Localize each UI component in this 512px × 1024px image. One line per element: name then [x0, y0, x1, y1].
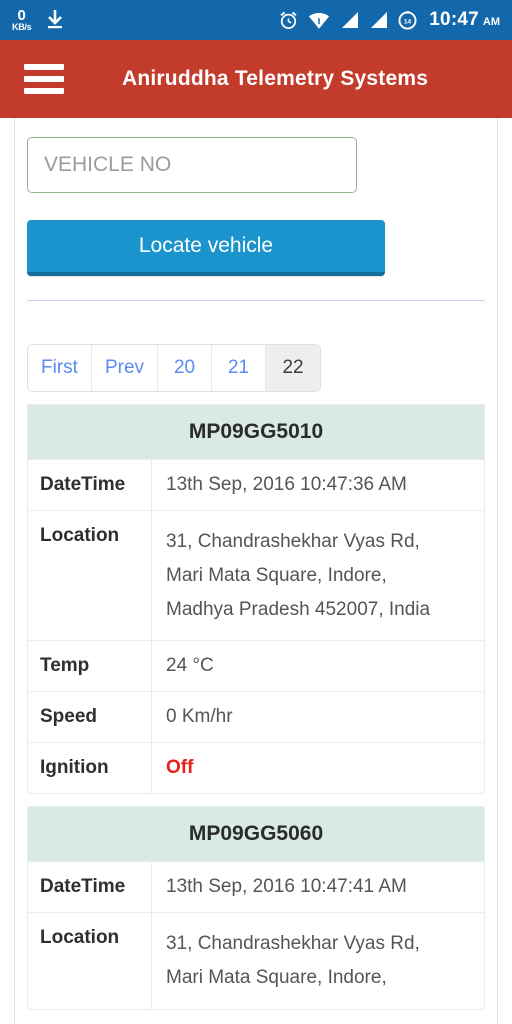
clock-meridiem: AM [482, 16, 500, 28]
app-bar: Aniruddha Telemetry Systems [0, 40, 512, 118]
row-label: DateTime [27, 861, 152, 914]
page-title: Aniruddha Telemetry Systems [122, 67, 429, 90]
address-line: Mari Mata Square, Indore, [166, 564, 387, 586]
status-bar-right: 14 10:47 AM [278, 9, 500, 31]
row-label: Ignition [27, 742, 152, 795]
page-frame: Locate vehicle First Prev 20 21 22 MP09G… [14, 118, 498, 1024]
row-value: 31, Chandrashekhar Vyas Rd, Mari Mata Sq… [151, 509, 485, 642]
row-value: 13th Sep, 2016 10:47:36 AM [151, 459, 485, 511]
status-bar-clock: 10:47 AM [429, 9, 500, 31]
table-row: Ignition Off [27, 742, 485, 795]
row-label: DateTime [27, 459, 152, 511]
status-bar: 0 KB/s 14 10:47 AM [0, 0, 512, 40]
locate-vehicle-button[interactable]: Locate vehicle [27, 220, 385, 276]
locate-vehicle-form: Locate vehicle [27, 118, 485, 301]
form-divider [27, 300, 485, 301]
clock-time: 10:47 [429, 9, 479, 30]
row-label: Location [27, 509, 152, 642]
row-label: Location [27, 912, 152, 1011]
table-row: DateTime 13th Sep, 2016 10:47:41 AM [27, 861, 485, 914]
vehicle-details-table: DateTime 13th Sep, 2016 10:47:36 AM Loca… [27, 459, 485, 795]
pagination-page-20[interactable]: 20 [158, 345, 213, 391]
alarm-clock-icon [278, 10, 299, 31]
vehicle-card: MP09GG5010 DateTime 13th Sep, 2016 10:47… [27, 404, 485, 795]
signal-bars-icon [368, 11, 388, 29]
row-value: 13th Sep, 2016 10:47:41 AM [151, 861, 485, 914]
pagination-first[interactable]: First [28, 345, 92, 391]
address-line: 31, Chandrashekhar Vyas Rd, [166, 933, 420, 955]
status-bar-left: 0 KB/s [12, 8, 65, 32]
download-icon [45, 8, 65, 32]
pagination-page-22[interactable]: 22 [266, 345, 321, 391]
pagination-prev[interactable]: Prev [91, 345, 159, 391]
row-value: 31, Chandrashekhar Vyas Rd, Mari Mata Sq… [151, 912, 485, 1011]
svg-text:14: 14 [404, 18, 412, 25]
table-row: Speed 0 Km/hr [27, 691, 485, 744]
row-label: Speed [27, 691, 152, 744]
row-label: Temp [27, 640, 152, 693]
pagination: First Prev 20 21 22 [27, 344, 322, 392]
vehicle-no-input[interactable] [27, 137, 357, 193]
vehicle-details-table: DateTime 13th Sep, 2016 10:47:41 AM Loca… [27, 861, 485, 1011]
row-value: 24 °C [151, 640, 485, 693]
network-speed-unit: KB/s [12, 22, 32, 32]
vehicle-number-header: MP09GG5010 [27, 404, 485, 459]
signal-bars-icon [339, 11, 359, 29]
wifi-icon [308, 11, 330, 30]
main-content: Locate vehicle First Prev 20 21 22 MP09G… [0, 118, 512, 1024]
address-line: Madhya Pradesh 452007, India [166, 598, 431, 620]
table-row: Location 31, Chandrashekhar Vyas Rd, Mar… [27, 912, 485, 1011]
battery-circle-icon: 14 [397, 10, 418, 31]
hamburger-menu-icon[interactable] [24, 64, 64, 94]
table-row: DateTime 13th Sep, 2016 10:47:36 AM [27, 459, 485, 511]
network-speed-indicator: 0 KB/s [12, 7, 32, 32]
table-row: Temp 24 °C [27, 640, 485, 693]
pagination-page-21[interactable]: 21 [212, 345, 267, 391]
ignition-status-badge: Off [151, 742, 485, 795]
network-speed-value: 0 [17, 7, 26, 24]
app-root: 0 KB/s 14 10:47 AM Aniruddha Telemetry S… [0, 0, 512, 1024]
vehicle-number-header: MP09GG5060 [27, 806, 485, 862]
address-line: 31, Chandrashekhar Vyas Rd, [166, 531, 420, 552]
row-value: 0 Km/hr [151, 691, 485, 744]
vehicle-card: MP09GG5060 DateTime 13th Sep, 2016 10:47… [27, 806, 485, 1011]
address-line: Mari Mata Square, Indore, [166, 967, 387, 989]
table-row: Location 31, Chandrashekhar Vyas Rd, Mar… [27, 509, 485, 642]
